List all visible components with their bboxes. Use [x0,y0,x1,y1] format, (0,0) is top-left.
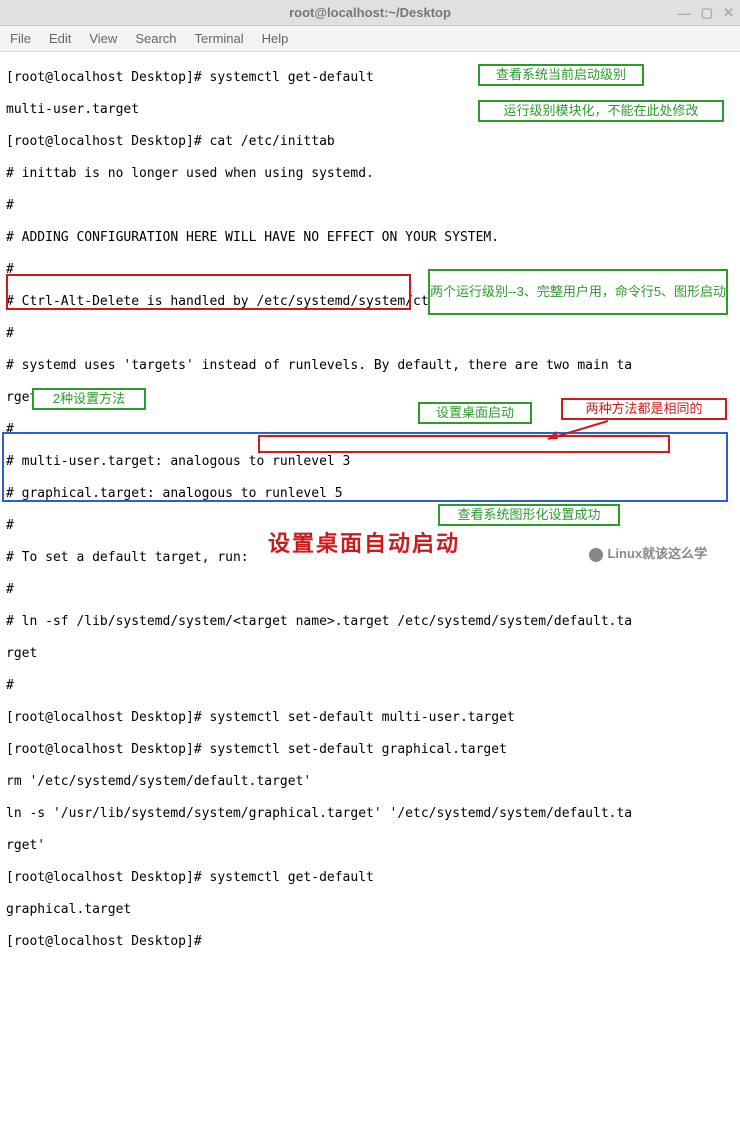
terminal-line: rget [6,646,734,662]
terminal-line: # ln -sf /lib/systemd/system/<target nam… [6,614,734,630]
terminal-line: [root@localhost Desktop]# systemctl get-… [6,870,734,886]
highlight-set-default-block [2,432,728,502]
terminal-line: # [6,198,734,214]
terminal-line: rget' [6,838,734,854]
window-titlebar: root@localhost:~/Desktop — ▢ ✕ [0,0,740,26]
terminal-line: ln -s '/usr/lib/systemd/system/graphical… [6,806,734,822]
annotation-set-desktop: 设置桌面启动 [418,402,532,424]
terminal-line: [root@localhost Desktop]# systemctl set-… [6,742,734,758]
watermark: Linux就该这么学 [575,530,707,578]
menu-view[interactable]: View [89,31,117,46]
terminal-output[interactable]: [root@localhost Desktop]# systemctl get-… [0,52,740,565]
terminal-line: # [6,678,734,694]
terminal-line: # ADDING CONFIGURATION HERE WILL HAVE NO… [6,230,734,246]
terminal-line: [root@localhost Desktop]# [6,934,734,950]
annotation-two-methods: 2种设置方法 [32,388,146,410]
annotation-two-runlevels: 两个运行级别--3、完整用户用，命令行5、图形启动 [428,269,728,315]
menubar: File Edit View Search Terminal Help [0,26,740,52]
terminal-line: [root@localhost Desktop]# systemctl set-… [6,710,734,726]
terminal-line: # systemd uses 'targets' instead of runl… [6,358,734,374]
terminal-line: [root@localhost Desktop]# cat /etc/initt… [6,134,734,150]
terminal-line: # [6,326,734,342]
minimize-icon[interactable]: — [678,6,691,21]
menu-search[interactable]: Search [135,31,176,46]
terminal-line: graphical.target [6,902,734,918]
annotation-runlevel-module: 运行级别模块化，不能在此处修改 [478,100,724,122]
menu-edit[interactable]: Edit [49,31,71,46]
terminal-line: # [6,582,734,598]
wechat-icon [589,548,603,562]
annotation-both-same: 两种方法都是相同的 [561,398,727,420]
watermark-text: Linux就该这么学 [607,546,707,561]
annotation-graphical-success: 查看系统图形化设置成功 [438,504,620,526]
maximize-icon[interactable]: ▢ [701,5,713,21]
menu-help[interactable]: Help [262,31,289,46]
highlight-target-lines [6,274,411,310]
caption-text: 设置桌面自动启动 [268,536,460,552]
annotation-current-runlevel: 查看系统当前启动级别 [478,64,644,86]
window-title: root@localhost:~/Desktop [289,5,451,20]
terminal-line: rm '/etc/systemd/system/default.target' [6,774,734,790]
menu-terminal[interactable]: Terminal [195,31,244,46]
terminal-line: # inittab is no longer used when using s… [6,166,734,182]
close-icon[interactable]: ✕ [723,5,734,21]
menu-file[interactable]: File [10,31,31,46]
